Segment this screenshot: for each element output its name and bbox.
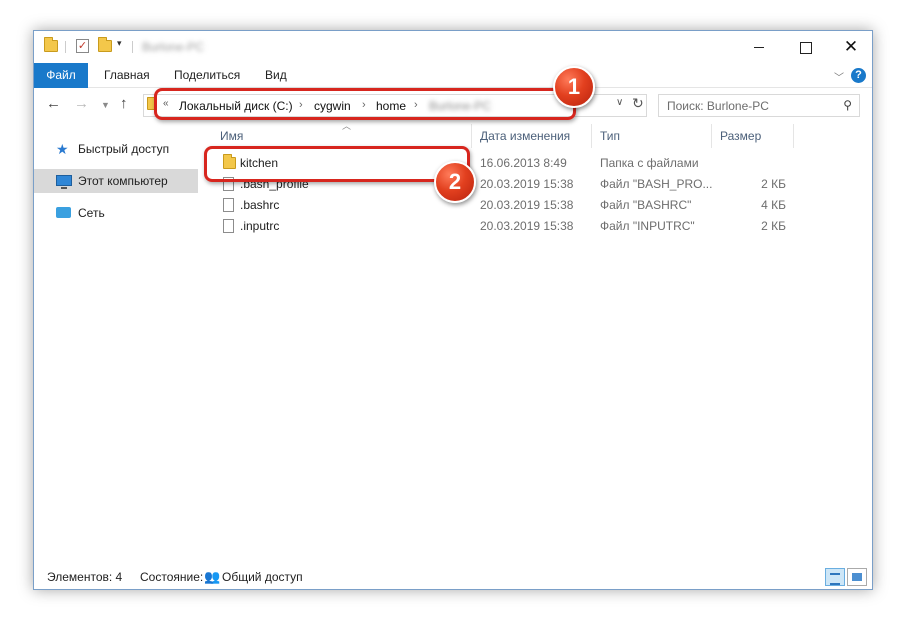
search-box[interactable]: Поиск: Burlone-PC ⚲ [658,94,860,117]
file-size: 4 КБ [761,198,786,212]
up-arrow-icon[interactable]: ↑ [120,95,128,112]
file-icon [223,219,234,233]
folder-icon[interactable] [44,37,58,52]
file-type: Файл "INPUTRC" [600,219,695,233]
file-date: 16.06.2013 8:49 [480,156,567,170]
column-header-size[interactable]: Размер [712,124,794,148]
status-state-value: Общий доступ [222,570,303,584]
item-count: Элементов: 4 [47,570,123,584]
file-name: .bashrc [240,198,280,212]
search-icon[interactable]: ⚲ [843,98,852,112]
file-type: Файл "BASHRC" [600,198,692,212]
tab-share[interactable]: Поделиться [164,63,250,88]
shared-users-icon: 👥 [204,569,221,584]
sidebar-item-quick-access[interactable]: ★ Быстрый доступ [34,137,198,161]
tab-file[interactable]: Файл [34,63,88,88]
column-header-date[interactable]: Дата изменения [472,124,592,148]
file-date: 20.03.2019 15:38 [480,198,574,212]
recent-locations-icon[interactable]: ▼ [101,100,110,110]
sidebar-item-this-pc[interactable]: Этот компьютер [34,169,198,193]
file-name: .inputrc [240,219,280,233]
minimize-button[interactable] [736,31,782,63]
maximize-button[interactable] [782,31,828,63]
help-icon[interactable]: ? [851,68,866,83]
new-folder-icon[interactable] [98,37,112,52]
navigation-pane: ★ Быстрый доступ Этот компьютер Сеть [34,124,198,564]
column-header-name[interactable]: Имя [212,124,472,148]
properties-check-icon[interactable]: ✓ [76,39,89,53]
file-row[interactable]: .inputrc 20.03.2019 15:38 Файл "INPUTRC"… [204,216,794,237]
search-placeholder: Поиск: Burlone-PC [667,99,769,113]
file-size: 2 КБ [761,177,786,191]
address-dropdown-icon[interactable]: ∨ [616,97,623,108]
ribbon-tabs: Файл Главная Поделиться Вид ﹀ ? [34,63,872,88]
sidebar-item-network[interactable]: Сеть [34,201,198,225]
status-state-label: Состояние: [140,570,204,584]
qat-separator [65,41,66,53]
title-separator [132,41,133,53]
sidebar-item-label: Этот компьютер [78,174,168,188]
file-size: 2 КБ [761,219,786,233]
network-icon [56,207,71,218]
file-date: 20.03.2019 15:38 [480,177,574,191]
file-type: Папка с файлами [600,156,699,170]
forward-arrow-icon[interactable]: → [74,95,89,112]
title-bar: ✓ ▾ Burlone-PC ✕ [34,31,872,63]
sidebar-item-label: Быстрый доступ [78,142,170,156]
step-badge-2: 2 [434,161,476,203]
status-bar: Элементов: 4 Состояние: 👥 Общий доступ [34,564,872,589]
file-icon [223,198,234,212]
file-row[interactable]: .bashrc 20.03.2019 15:38 Файл "BASHRC" 4… [204,195,794,216]
address-bar-highlight [154,88,576,120]
star-icon: ★ [56,141,69,157]
details-view-button[interactable] [825,568,845,586]
window-title: Burlone-PC [142,40,205,54]
column-header-type[interactable]: Тип [592,124,712,148]
refresh-icon[interactable]: ↻ [632,95,644,112]
large-icons-view-button[interactable] [847,568,867,586]
tab-view[interactable]: Вид [255,63,297,88]
file-type: Файл "BASH_PRO... [600,177,713,191]
computer-icon [56,175,72,189]
back-arrow-icon[interactable]: ← [46,95,61,112]
sidebar-item-label: Сеть [78,206,105,220]
folder-row-highlight [204,146,470,182]
ribbon-expand-icon[interactable]: ﹀ [834,69,844,84]
file-date: 20.03.2019 15:38 [480,219,574,233]
close-button[interactable]: ✕ [828,31,872,63]
step-badge-1: 1 [553,66,595,108]
customize-toolbar-icon[interactable]: ▾ [117,38,122,49]
tab-home[interactable]: Главная [94,63,160,88]
